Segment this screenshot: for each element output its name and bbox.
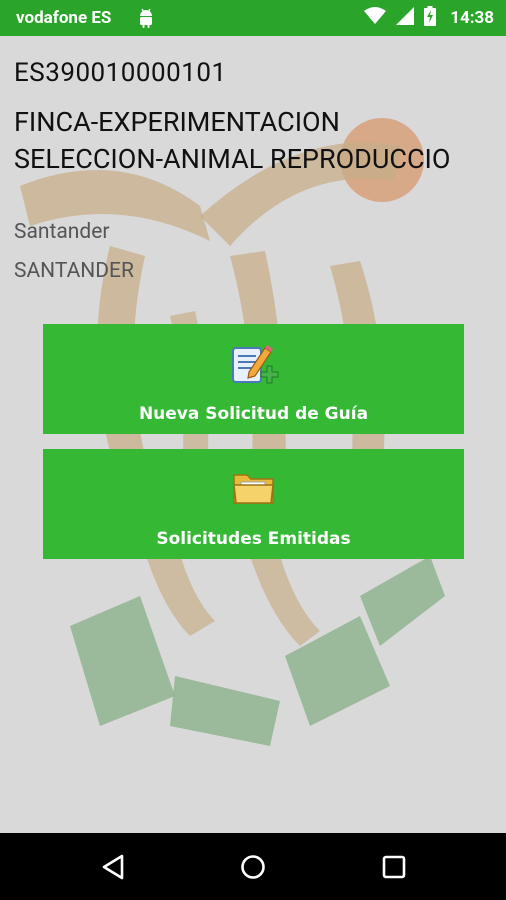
clock: 14:38 xyxy=(450,8,494,28)
new-guide-request-label: Nueva Solicitud de Guía xyxy=(138,404,369,424)
issued-requests-label: Solicitudes Emitidas xyxy=(156,529,351,549)
home-icon[interactable] xyxy=(237,851,269,883)
battery-charging-icon xyxy=(424,6,437,30)
new-guide-request-button[interactable]: Nueva Solicitud de Guía xyxy=(43,324,464,434)
farm-city: Santander xyxy=(14,220,110,244)
farm-province: SANTANDER xyxy=(14,259,134,283)
carrier-name: vodafone ES xyxy=(16,8,112,28)
android-icon xyxy=(137,8,155,32)
folder-icon xyxy=(231,467,277,512)
farm-name: FINCA-EXPERIMENTACION SELECCION-ANIMAL R… xyxy=(14,106,451,175)
navigation-bar xyxy=(0,833,506,900)
new-document-edit-icon xyxy=(227,342,281,393)
recent-apps-icon[interactable] xyxy=(378,851,410,883)
signal-icon xyxy=(396,7,415,29)
farm-code: ES390010000101 xyxy=(14,58,227,88)
back-icon[interactable] xyxy=(98,851,130,883)
wifi-icon xyxy=(364,7,387,29)
issued-requests-button[interactable]: Solicitudes Emitidas xyxy=(43,449,464,559)
status-bar: vodafone ES 14:38 xyxy=(0,0,506,36)
